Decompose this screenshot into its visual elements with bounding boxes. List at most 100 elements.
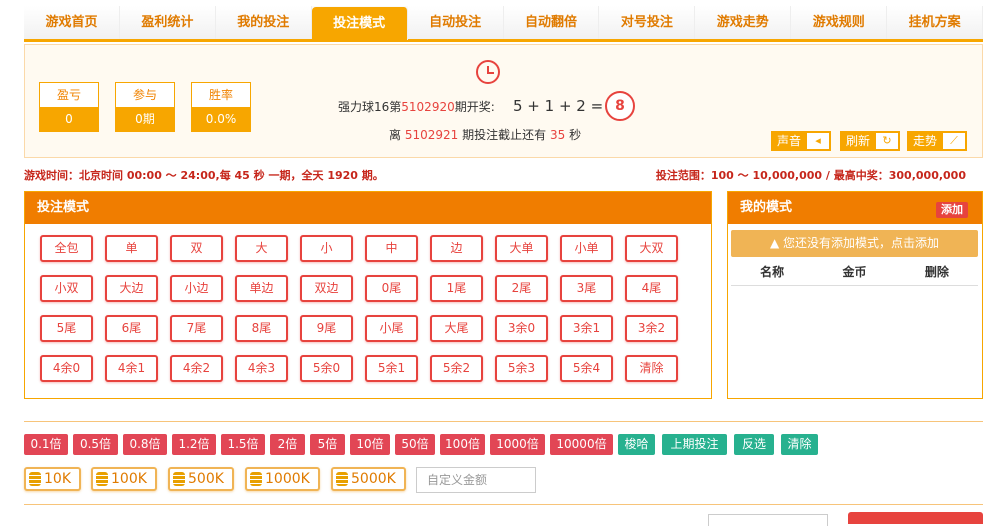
tab-bet-mode[interactable]: 投注模式: [311, 7, 408, 40]
mode-button[interactable]: 中: [365, 235, 418, 262]
mode-button[interactable]: 小边: [170, 275, 223, 302]
multiplier-button[interactable]: 10000倍: [550, 434, 613, 455]
sound-label: 声音: [777, 134, 802, 148]
invert-button[interactable]: 反选: [734, 434, 774, 455]
multiplier-button[interactable]: 50倍: [395, 434, 435, 455]
mode-button[interactable]: 单: [105, 235, 158, 262]
divider-top: [24, 421, 983, 422]
mode-button[interactable]: 单边: [235, 275, 288, 302]
my-mode-panel: 我的模式 添加 ▲ 您还没有添加模式，点击添加 名称 金币 删除: [727, 191, 983, 399]
all-in-button[interactable]: 梭哈: [618, 434, 655, 455]
tab-game-trend[interactable]: 游戏走势: [695, 6, 792, 39]
coin-button[interactable]: 1000K: [245, 467, 320, 491]
multiplier-button[interactable]: 0.1倍: [24, 434, 68, 455]
multiplier-button[interactable]: 10倍: [350, 434, 390, 455]
mode-button[interactable]: 4余1: [105, 355, 158, 382]
add-mode-button[interactable]: 添加: [936, 202, 968, 218]
multiplier-button[interactable]: 0.5倍: [73, 434, 118, 455]
mode-button[interactable]: 5余1: [365, 355, 418, 382]
mode-button[interactable]: 0尾: [365, 275, 418, 302]
my-mode-table-header: 名称 金币 删除: [731, 262, 978, 286]
mode-button[interactable]: 6尾: [105, 315, 158, 342]
multiplier-button[interactable]: 2倍: [270, 434, 305, 455]
mode-button[interactable]: 3余0: [495, 315, 548, 342]
mode-button[interactable]: 9尾: [300, 315, 353, 342]
stat-participation: 参与 0期: [115, 82, 175, 132]
draw-formula: 5 + 1 + 2 =: [513, 97, 604, 115]
coin-stack-icon: [29, 472, 41, 486]
countdown: 离 5102921 期投注截止还有 35 秒: [389, 126, 581, 143]
mode-button[interactable]: 5余0: [300, 355, 353, 382]
tab-home[interactable]: 游戏首页: [24, 6, 120, 39]
warning-icon: ▲: [769, 236, 780, 250]
mode-button[interactable]: 5余4: [560, 355, 613, 382]
sound-button[interactable]: 声音 ◂: [771, 131, 832, 151]
stat-profit-value: 0: [40, 107, 98, 131]
mode-button[interactable]: 大双: [625, 235, 678, 262]
mode-button[interactable]: 大: [235, 235, 288, 262]
coin-stack-icon: [173, 472, 185, 486]
submit-bet-button[interactable]: [848, 512, 983, 524]
mode-button[interactable]: 小尾: [365, 315, 418, 342]
draw-suffix: 期开奖:: [454, 100, 495, 114]
tab-auto-double[interactable]: 自动翻倍: [503, 6, 600, 39]
mode-button[interactable]: 小: [300, 235, 353, 262]
coin-button[interactable]: 500K: [168, 467, 234, 491]
clear-button[interactable]: 清除: [781, 434, 818, 455]
mode-button[interactable]: 3余1: [560, 315, 613, 342]
col-delete: 删除: [924, 265, 949, 279]
col-coins: 金币: [842, 265, 867, 279]
mode-button[interactable]: 边: [430, 235, 483, 262]
mode-button[interactable]: 3余2: [625, 315, 678, 342]
coin-button[interactable]: 10K: [24, 467, 81, 491]
top-nav: 游戏首页 盈利统计 我的投注 投注模式 自动投注 自动翻倍 对号投注 游戏走势 …: [24, 6, 984, 42]
stat-profit: 盈亏 0: [39, 82, 99, 132]
tab-auto-bet[interactable]: 自动投注: [407, 6, 504, 39]
mode-button[interactable]: 5余3: [495, 355, 548, 382]
mode-button[interactable]: 双: [170, 235, 223, 262]
mode-button[interactable]: 8尾: [235, 315, 288, 342]
no-mode-warning[interactable]: ▲ 您还没有添加模式，点击添加: [731, 230, 978, 257]
mode-button[interactable]: 4余2: [170, 355, 223, 382]
tab-profit-stats[interactable]: 盈利统计: [119, 6, 216, 39]
mode-button[interactable]: 清除: [625, 355, 678, 382]
multiplier-button[interactable]: 1.2倍: [172, 434, 216, 455]
tab-number-bet[interactable]: 对号投注: [599, 6, 696, 39]
tab-my-bets[interactable]: 我的投注: [215, 6, 312, 39]
coin-button[interactable]: 5000K: [331, 467, 406, 491]
coin-button[interactable]: 100K: [91, 467, 157, 491]
multiplier-button[interactable]: 5倍: [310, 434, 345, 455]
tab-auto-plan[interactable]: 挂机方案: [887, 6, 984, 39]
mode-button[interactable]: 小双: [40, 275, 93, 302]
mode-button[interactable]: 1尾: [430, 275, 483, 302]
trend-button[interactable]: 走势 ⟋: [907, 131, 968, 151]
mode-button[interactable]: 大尾: [430, 315, 483, 342]
multiplier-button[interactable]: 1000倍: [490, 434, 545, 455]
multiplier-button[interactable]: 1.5倍: [221, 434, 265, 455]
mode-button[interactable]: 小单: [560, 235, 613, 262]
mode-button[interactable]: 7尾: [170, 315, 223, 342]
refresh-button[interactable]: 刷新 ↻: [840, 131, 901, 151]
mode-button[interactable]: 全包: [40, 235, 93, 262]
countdown-suffix: 秒: [569, 128, 582, 142]
stat-win-rate-title: 胜率: [208, 88, 233, 102]
bottom-select[interactable]: [708, 514, 828, 526]
mode-button[interactable]: 5尾: [40, 315, 93, 342]
custom-amount-input[interactable]: [416, 467, 536, 493]
col-name: 名称: [760, 265, 785, 279]
mode-button[interactable]: 4尾: [625, 275, 678, 302]
mode-button[interactable]: 2尾: [495, 275, 548, 302]
mode-button[interactable]: 双边: [300, 275, 353, 302]
mode-button[interactable]: 大单: [495, 235, 548, 262]
mode-button[interactable]: 3尾: [560, 275, 613, 302]
multiplier-button[interactable]: 0.8倍: [123, 434, 167, 455]
mode-button[interactable]: 4余3: [235, 355, 288, 382]
mode-button[interactable]: 大边: [105, 275, 158, 302]
divider-bottom: [24, 504, 983, 505]
mode-button[interactable]: 5余2: [430, 355, 483, 382]
mode-button[interactable]: 4余0: [40, 355, 93, 382]
tab-game-rules[interactable]: 游戏规则: [791, 6, 888, 39]
multiplier-button[interactable]: 100倍: [440, 434, 485, 455]
last-bet-button[interactable]: 上期投注: [662, 434, 727, 455]
bet-mode-title: 投注模式: [25, 192, 711, 224]
